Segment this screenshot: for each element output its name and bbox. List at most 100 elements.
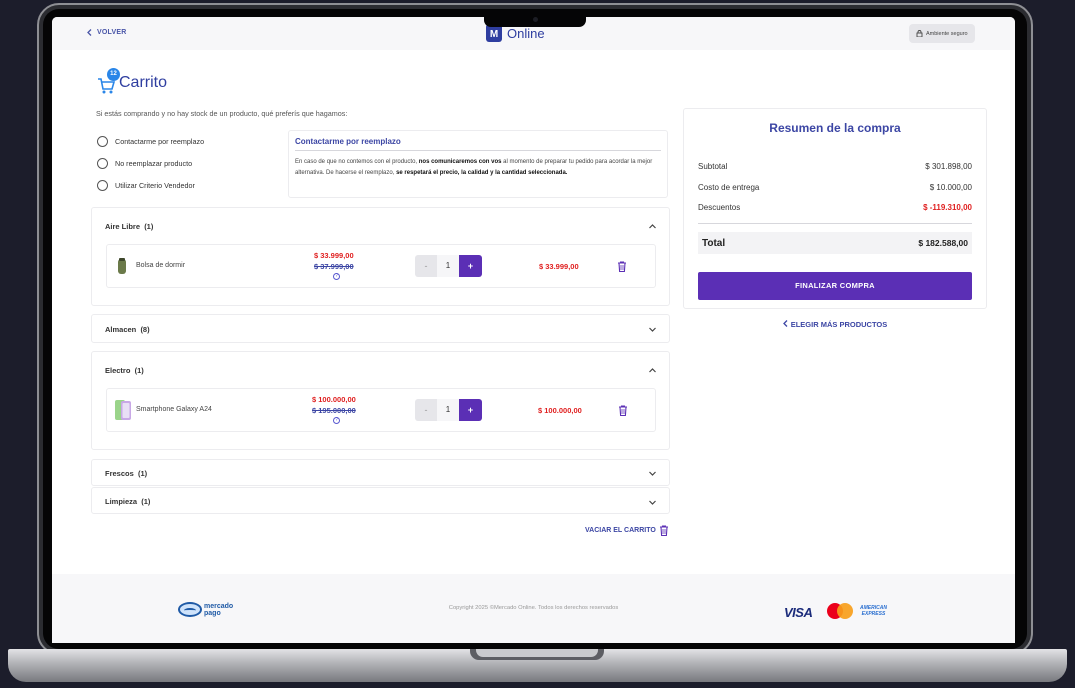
order-summary: Resumen de la compra Subtotal $ 301.898,… bbox=[683, 108, 987, 309]
help-icon[interactable]: ? bbox=[333, 273, 340, 280]
option-no-replace[interactable]: No reemplazar producto bbox=[97, 158, 192, 169]
quantity-value[interactable]: 1 bbox=[437, 255, 459, 277]
option-seller-criteria[interactable]: Utilizar Criterio Vendedor bbox=[97, 180, 195, 191]
help-icon[interactable]: ? bbox=[333, 417, 340, 424]
category-header[interactable]: Electro (1) bbox=[105, 366, 144, 375]
chevron-down-icon[interactable] bbox=[648, 325, 657, 334]
mastercard-logo bbox=[827, 603, 853, 619]
radio-button[interactable] bbox=[97, 158, 108, 169]
category-count: (1) bbox=[144, 222, 154, 231]
radio-button[interactable] bbox=[97, 180, 108, 191]
chevron-left-icon bbox=[782, 320, 788, 327]
category-name: Aire Libre bbox=[105, 222, 141, 231]
category-count: (1) bbox=[141, 497, 151, 506]
choose-more-products-link[interactable]: ELEGIR MÁS PRODUCTOS bbox=[683, 320, 987, 329]
chevron-left-icon bbox=[87, 29, 92, 36]
trash-icon[interactable] bbox=[618, 405, 628, 416]
mastercard-circle-yellow bbox=[837, 603, 853, 619]
category-count: (8) bbox=[140, 325, 150, 334]
empty-cart-button[interactable]: VACIAR EL CARRITO bbox=[585, 525, 669, 536]
category-name: Limpieza bbox=[105, 497, 138, 506]
item-old-price: $ 37.999,00 bbox=[314, 262, 354, 271]
summary-label: Descuentos bbox=[698, 203, 741, 212]
secure-label: Ambiente seguro bbox=[926, 30, 968, 37]
total-label: Total bbox=[702, 237, 726, 249]
category-name: Almacen bbox=[105, 325, 137, 334]
info-text-bold: se respetará el precio, la calidad y la … bbox=[396, 170, 568, 176]
item-name: Smartphone Galaxy A24 bbox=[136, 406, 212, 413]
radio-button[interactable] bbox=[97, 136, 108, 147]
summary-divider bbox=[698, 223, 972, 224]
empty-cart-label: VACIAR EL CARRITO bbox=[585, 527, 656, 534]
summary-label: Costo de entrega bbox=[698, 183, 760, 192]
summary-row-delivery: Costo de entrega $ 10.000,00 bbox=[698, 183, 972, 192]
amex-line: EXPRESS bbox=[861, 610, 886, 617]
option-label: Utilizar Criterio Vendedor bbox=[115, 181, 195, 190]
visa-logo: VISA bbox=[784, 605, 813, 620]
category-electro: Electro (1) Smartphone Galaxy A24 $ 100.… bbox=[91, 351, 670, 450]
stock-question: Si estás comprando y no hay stock de un … bbox=[96, 109, 348, 118]
smartphone-icon bbox=[115, 400, 131, 420]
summary-value: $ -119.310,00 bbox=[923, 203, 972, 212]
cart-item: Smartphone Galaxy A24 $ 100.000,00 $ 195… bbox=[106, 388, 656, 432]
choose-more-label: ELEGIR MÁS PRODUCTOS bbox=[790, 320, 888, 329]
trash-icon[interactable] bbox=[617, 261, 627, 272]
page-title: 12 Carrito bbox=[96, 68, 168, 94]
category-name: Electro bbox=[105, 366, 131, 375]
item-name: Bolsa de dormir bbox=[136, 262, 186, 269]
chevron-down-icon[interactable] bbox=[648, 469, 657, 478]
category-count: (1) bbox=[134, 366, 144, 375]
category-limpieza[interactable]: Limpieza (1) bbox=[91, 487, 670, 514]
summary-total: Total $ 182.588,00 bbox=[698, 232, 972, 254]
back-label: VOLVER bbox=[97, 29, 127, 36]
item-price: $ 33.999,00 bbox=[314, 251, 354, 260]
item-price: $ 100.000,00 bbox=[312, 395, 356, 404]
logo-text: Online bbox=[507, 26, 545, 41]
finalize-purchase-button[interactable]: FINALIZAR COMPRA bbox=[698, 272, 972, 300]
bag-icon: M bbox=[486, 21, 502, 42]
back-link[interactable]: VOLVER bbox=[87, 29, 126, 36]
summary-row-discounts: Descuentos $ -119.310,00 bbox=[698, 203, 972, 212]
decrease-button[interactable]: - bbox=[415, 399, 437, 421]
secure-badge: Ambiente seguro bbox=[909, 24, 975, 43]
category-frescos[interactable]: Frescos (1) bbox=[91, 459, 670, 486]
lock-icon bbox=[916, 30, 923, 37]
summary-value: $ 10.000,00 bbox=[929, 183, 972, 192]
category-count: (1) bbox=[137, 469, 148, 478]
summary-value: $ 301.898,00 bbox=[925, 162, 972, 171]
info-text-part: En caso de que no contemos con el produc… bbox=[295, 159, 419, 165]
cart-item: Bolsa de dormir $ 33.999,00 $ 37.999,00 … bbox=[106, 244, 656, 288]
american-express-logo: AMERICAN EXPRESS bbox=[860, 605, 887, 617]
info-title: Contactarme por reemplazo bbox=[295, 137, 661, 151]
info-text-bold: nos comunicaremos con vos bbox=[418, 159, 502, 165]
category-header[interactable]: Limpieza (1) bbox=[105, 497, 150, 506]
total-value: $ 182.588,00 bbox=[918, 238, 968, 248]
option-info-box: Contactarme por reemplazo En caso de que… bbox=[288, 130, 668, 198]
quantity-stepper: - 1 + bbox=[415, 255, 482, 277]
store-logo[interactable]: M Online bbox=[486, 21, 545, 42]
category-header[interactable]: Frescos (1) bbox=[105, 469, 147, 478]
item-total: $ 100.000,00 bbox=[538, 406, 582, 415]
category-aire-libre: Aire Libre (1) Bolsa de dormir $ 33.999,… bbox=[91, 207, 670, 306]
screen: VOLVER M Online Ambiente seguro 12 Carri… bbox=[52, 17, 1015, 643]
summary-title: Resumen de la compra bbox=[769, 121, 901, 135]
camera-icon bbox=[533, 17, 538, 22]
category-almacen[interactable]: Almacen (8) bbox=[91, 314, 670, 343]
increase-button[interactable]: + bbox=[459, 255, 482, 277]
increase-button[interactable]: + bbox=[459, 399, 482, 421]
option-label: No reemplazar producto bbox=[115, 159, 193, 168]
summary-label: Subtotal bbox=[698, 162, 728, 171]
category-header[interactable]: Aire Libre (1) bbox=[105, 222, 153, 231]
chevron-up-icon[interactable] bbox=[648, 366, 657, 375]
cart-title-label: Carrito bbox=[119, 74, 168, 91]
sleeping-bag-icon bbox=[118, 258, 126, 274]
decrease-button[interactable]: - bbox=[415, 255, 437, 277]
option-contact-replacement[interactable]: Contactarme por reemplazo bbox=[97, 136, 204, 147]
category-header[interactable]: Almacen (8) bbox=[105, 325, 150, 334]
chevron-up-icon[interactable] bbox=[648, 222, 657, 231]
cart-icon: 12 bbox=[96, 68, 120, 94]
quantity-value[interactable]: 1 bbox=[437, 399, 459, 421]
category-name: Frescos bbox=[105, 469, 134, 478]
chevron-down-icon[interactable] bbox=[648, 498, 657, 507]
footer: mercado pago Copyright 2025 ©Mercado Onl… bbox=[52, 574, 1015, 643]
